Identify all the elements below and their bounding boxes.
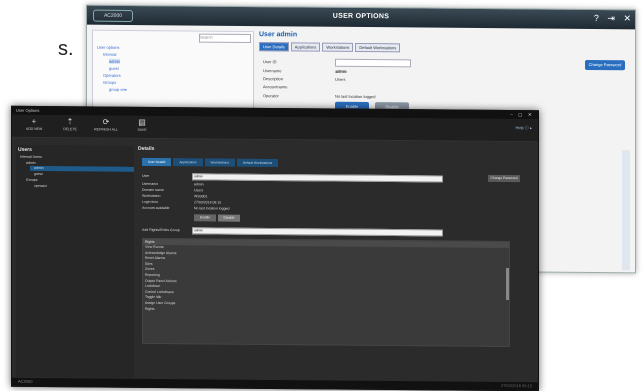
tab-default-workstations[interactable]: Default Workstations <box>236 158 279 168</box>
details-panel: Details User Details Applications Workst… <box>138 146 534 381</box>
tab-workstations[interactable]: Workstations <box>322 42 354 52</box>
change-password-button[interactable]: Change Password <box>488 174 520 183</box>
toolbar: + ADD NEW ⇡ DELETE ⟳ REFRESH ALL ▤ SAVE … <box>12 114 538 143</box>
toolbar-label: ADD NEW <box>25 126 43 131</box>
front-window-title: User Options <box>16 107 40 113</box>
delete-button[interactable]: ⇡ DELETE <box>52 117 88 131</box>
rights-list: Rights View Events Acknowledge Alarms Re… <box>142 237 510 348</box>
change-password-button[interactable]: Change Password <box>585 59 625 71</box>
tree-item[interactable]: guest <box>34 172 43 176</box>
details-heading: Details <box>138 145 155 152</box>
field-label: User <box>142 173 150 178</box>
close-icon[interactable]: ✕ <box>623 13 631 23</box>
field-label: Username <box>142 181 159 186</box>
tab-user-details[interactable]: User Details <box>142 157 172 167</box>
back-search-input[interactable]: Search <box>199 33 251 44</box>
field-label: Login time <box>142 199 159 204</box>
front-window: User Options – ◻ ✕ + ADD NEW ⇡ DELETE ⟳ … <box>11 105 539 391</box>
details-tabs: User Details Applications Workstations D… <box>142 157 279 168</box>
toolbar-label: REFRESH ALL <box>94 127 118 132</box>
tab-workstations[interactable]: Workstations <box>204 158 235 167</box>
selected-row-highlight <box>30 165 134 172</box>
add-icon: + <box>31 116 37 126</box>
tree-item[interactable]: admin <box>26 161 36 165</box>
tree-item[interactable]: operator <box>34 184 47 188</box>
tab-default-workstations[interactable]: Default Workstations <box>355 42 401 53</box>
field-label: Operator <box>263 93 279 99</box>
field-label: Username <box>263 68 282 74</box>
back-title-icons: ? ⇥ ✕ <box>588 13 631 24</box>
tree-item[interactable]: group one <box>109 87 127 92</box>
status-left: AC2000 <box>18 378 33 384</box>
rights-scrollbar[interactable] <box>506 268 509 301</box>
field-label: Accountname <box>263 84 288 90</box>
back-window-title: USER OPTIONS <box>332 12 390 21</box>
enable-button[interactable]: Enable <box>194 214 216 222</box>
toolbar-label: DELETE <box>63 127 77 132</box>
save-icon: ▤ <box>138 117 146 127</box>
field-value: admin <box>194 182 204 187</box>
help-link[interactable]: Help ⓘ ▸ <box>516 125 532 131</box>
field-label: Account available <box>142 205 170 211</box>
back-details-heading: User admin <box>259 31 298 39</box>
tree-item[interactable]: Groups <box>103 80 116 85</box>
delete-icon: ⇡ <box>66 117 74 127</box>
question-icon[interactable]: ? <box>594 13 599 23</box>
tree-item[interactable]: Internal <box>103 52 116 57</box>
user-id-field[interactable]: admin <box>335 58 411 74</box>
field-value: 27/03/2018 09:15 <box>194 200 222 205</box>
role-label: Add Rights/Roles Group <box>142 227 180 233</box>
role-field[interactable]: admin <box>192 227 443 237</box>
tree-item[interactable]: User options <box>97 45 119 50</box>
tree-item[interactable]: Internal Users <box>20 155 42 159</box>
toolbar-label: SAVE <box>137 127 147 132</box>
field-value: admin <box>335 68 346 74</box>
field-value: Users <box>335 76 346 82</box>
tree-item-selected[interactable]: admin <box>34 166 44 170</box>
tab-applications[interactable]: Applications <box>173 158 203 167</box>
field-label: User ID <box>263 59 277 65</box>
background-text: s. <box>58 38 74 60</box>
field-label: Description <box>263 76 284 82</box>
disable-button[interactable]: Disable <box>218 214 240 222</box>
logout-icon[interactable]: ⇥ <box>607 13 615 23</box>
back-title-bar: AC2000 USER OPTIONS ? ⇥ ✕ <box>87 5 635 30</box>
tree-item[interactable]: Operators <box>103 73 121 78</box>
back-tabs: User Details Applications Workstations D… <box>259 42 629 54</box>
refresh-all-button[interactable]: ⟳ REFRESH ALL <box>88 117 124 131</box>
refresh-icon: ⟳ <box>102 117 110 127</box>
tab-applications[interactable]: Applications <box>290 42 321 52</box>
add-new-button[interactable]: + ADD NEW <box>16 117 52 131</box>
tree-item[interactable]: Groups <box>26 178 37 182</box>
status-right: 27/03/2018 09:15 <box>500 382 532 389</box>
user-field[interactable]: admin <box>192 173 443 183</box>
save-button[interactable]: ▤ SAVE <box>124 118 160 132</box>
field-value: No last location logged <box>194 206 230 211</box>
field-value: No last location logged <box>335 93 376 100</box>
back-right-strip <box>622 150 630 271</box>
tree-item[interactable]: guest <box>109 66 119 71</box>
tab-user-details[interactable]: User Details <box>259 42 289 52</box>
field-label: Workstation <box>142 193 161 199</box>
tree-item-selected[interactable]: admin <box>109 58 120 64</box>
field-value: WS0001 <box>194 194 208 199</box>
window-controls[interactable]: – ◻ ✕ <box>510 111 534 119</box>
users-panel: Users Internal Users admin admin guest G… <box>16 144 134 378</box>
field-label: Domain name <box>142 187 164 193</box>
field-value: Users <box>194 188 204 193</box>
